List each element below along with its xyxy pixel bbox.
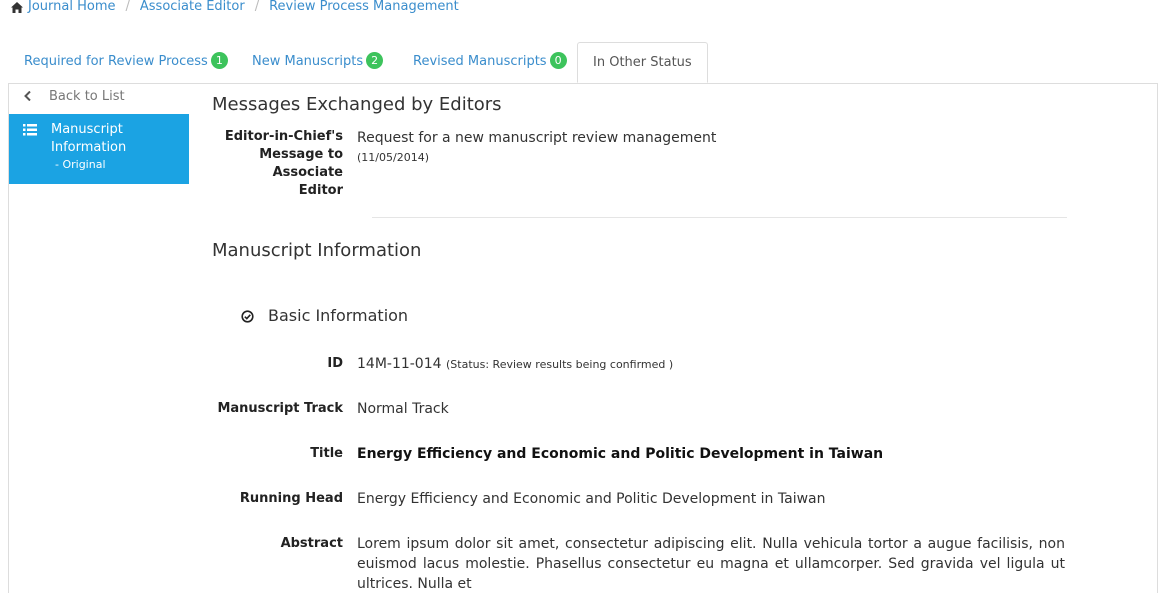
running-head-value: Energy Efficiency and Economic and Polit… bbox=[357, 491, 826, 507]
sidebar-item-sublabel: - Original bbox=[55, 158, 106, 171]
breadcrumb-journal-home[interactable]: Journal Home bbox=[28, 0, 115, 17]
message-label-line: Message to Associate bbox=[259, 147, 343, 180]
running-head-label: Running Head bbox=[239, 491, 343, 506]
manuscript-id: 14M-11-014 bbox=[357, 356, 442, 372]
tab-revised-manuscripts[interactable]: Revised Manuscripts 0 bbox=[413, 42, 567, 82]
back-to-list-link[interactable]: Back to List bbox=[9, 83, 189, 113]
abstract-value: Lorem ipsum dolor sit amet, consectetur … bbox=[357, 536, 1065, 592]
breadcrumb-review-process[interactable]: Review Process Management bbox=[269, 0, 459, 17]
id-value: 14M-11-014 (Status: Review results being… bbox=[357, 355, 673, 374]
count-badge: 0 bbox=[549, 52, 567, 69]
sidebar-item-label: Information bbox=[51, 140, 127, 155]
tab-label: Required for Review Process bbox=[24, 54, 208, 69]
list-icon bbox=[23, 124, 37, 136]
basic-information-toggle[interactable]: Basic Information bbox=[241, 306, 408, 326]
title-label: Title bbox=[310, 446, 343, 461]
message-label-line: Editor bbox=[298, 183, 343, 198]
chevron-left-icon bbox=[24, 91, 31, 101]
tab-in-other-status[interactable]: In Other Status bbox=[577, 42, 708, 83]
message-label-line: Editor-in-Chief's bbox=[224, 129, 343, 144]
basic-information-heading: Basic Information bbox=[268, 306, 409, 325]
message-date: (11/05/2014) bbox=[357, 151, 429, 164]
back-label: Back to List bbox=[49, 89, 125, 104]
track-value: Normal Track bbox=[357, 401, 449, 417]
breadcrumb-separator: / bbox=[125, 0, 130, 14]
track-label: Manuscript Track bbox=[217, 401, 343, 416]
tab-label: New Manuscripts bbox=[252, 54, 364, 69]
manuscript-heading: Manuscript Information bbox=[212, 240, 422, 261]
message-label: Editor-in-Chief's Message to Associate E… bbox=[190, 128, 343, 200]
tab-required-for-review[interactable]: Required for Review Process 1 bbox=[24, 42, 228, 82]
manuscript-status: (Status: Review results being confirmed … bbox=[446, 358, 674, 371]
tab-new-manuscripts[interactable]: New Manuscripts 2 bbox=[252, 42, 384, 82]
tab-label: In Other Status bbox=[593, 55, 692, 70]
section-divider bbox=[372, 217, 1067, 218]
messages-heading: Messages Exchanged by Editors bbox=[212, 94, 502, 115]
breadcrumb-associate-editor[interactable]: Associate Editor bbox=[140, 0, 245, 17]
breadcrumb: Journal Home / Associate Editor / Review… bbox=[11, 0, 459, 17]
check-circle-icon bbox=[241, 309, 254, 323]
tab-bar: Required for Review Process 1 New Manuscr… bbox=[9, 42, 1158, 84]
count-badge: 2 bbox=[366, 52, 384, 69]
breadcrumb-separator: / bbox=[254, 0, 260, 14]
tab-label: Revised Manuscripts bbox=[413, 54, 547, 69]
home-icon bbox=[11, 1, 23, 13]
message-text: Request for a new manuscript review mana… bbox=[357, 130, 717, 146]
abstract-label: Abstract bbox=[280, 536, 343, 551]
count-badge: 1 bbox=[210, 52, 228, 69]
sidebar-item-manuscript-information[interactable]: Manuscript Information - Original bbox=[9, 114, 189, 184]
id-label: ID bbox=[327, 356, 343, 371]
title-value: Energy Efficiency and Economic and Polit… bbox=[357, 446, 884, 462]
content-panel: Back to List Manuscript Information - Or… bbox=[8, 83, 1158, 593]
sidebar-item-label: Manuscript bbox=[51, 122, 123, 137]
